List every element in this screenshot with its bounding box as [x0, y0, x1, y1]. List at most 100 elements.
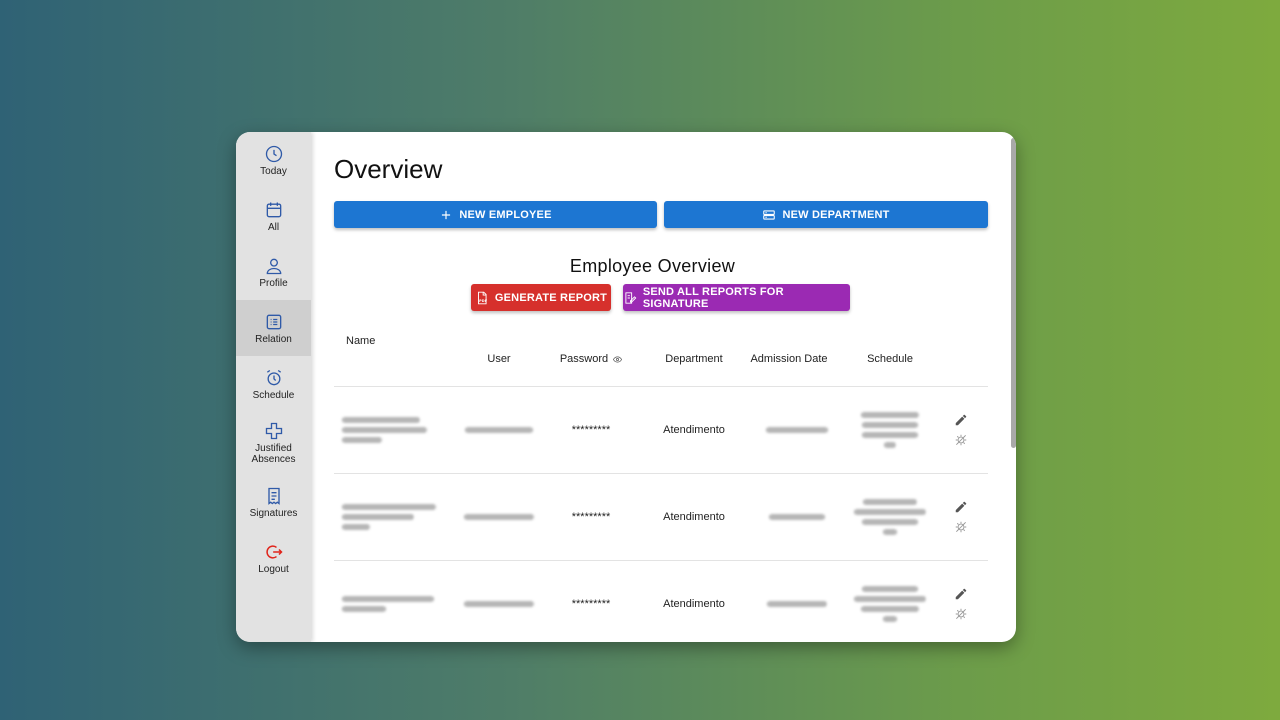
redacted-text — [342, 524, 370, 530]
admission-date-cell — [749, 387, 844, 473]
redacted-text — [884, 442, 896, 448]
password-cell: ********* — [571, 511, 611, 523]
password-cell: ********* — [571, 598, 611, 610]
redacted-text — [465, 427, 533, 433]
disable-user-icon[interactable] — [954, 433, 968, 447]
alarm-icon — [266, 369, 281, 385]
redacted-text — [464, 514, 534, 520]
sidebar-item-signatures[interactable]: Signatures — [236, 474, 311, 530]
redacted-text — [342, 417, 420, 423]
sidebar-item-label: Signatures — [249, 507, 298, 519]
redacted-text — [862, 422, 918, 428]
redacted-text — [765, 427, 828, 433]
sidebar-item-label: Schedule — [252, 389, 295, 401]
main-content: Overview NEW EMPLOYEE NEW DEPARTMENT Emp… — [311, 132, 1016, 642]
table-header: Name User Password Department Admission … — [334, 332, 988, 387]
table-row[interactable]: ********* Atendimento — [334, 561, 988, 642]
calendar-icon — [266, 202, 281, 217]
send-reports-label: SEND ALL REPORTS FOR SIGNATURE — [642, 285, 784, 310]
edit-icon[interactable] — [954, 413, 968, 427]
redacted-text — [883, 529, 897, 535]
redacted-text — [883, 616, 897, 622]
redacted-text — [863, 499, 917, 505]
edit-icon[interactable] — [954, 500, 968, 514]
sidebar-item-profile[interactable]: Profile — [236, 244, 311, 300]
server-icon — [763, 209, 776, 220]
app-window: Today All Profile Relation Schedule Just… — [236, 132, 1016, 642]
receipt-icon — [267, 487, 280, 505]
employee-table: Name User Password Department Admission … — [334, 332, 988, 642]
sidebar-item-justified-absences[interactable]: Justified Absences — [236, 412, 311, 474]
header-password[interactable]: Password — [546, 332, 636, 386]
new-department-button[interactable]: NEW DEPARTMENT — [664, 201, 988, 228]
name-cell — [334, 561, 452, 642]
redacted-text — [766, 601, 827, 607]
redacted-text — [342, 606, 386, 612]
disable-user-icon[interactable] — [954, 607, 968, 621]
new-employee-button[interactable]: NEW EMPLOYEE — [334, 201, 657, 228]
send-reports-button[interactable]: SEND ALL REPORTS FOR SIGNATURE — [623, 284, 850, 311]
sidebar-item-label: Justified Absences — [251, 443, 296, 465]
pdf-icon: PDF — [477, 291, 488, 304]
sidebar-item-label: All — [267, 221, 280, 233]
actions-cell — [946, 387, 976, 473]
scrollbar[interactable] — [1011, 138, 1016, 448]
table-row[interactable]: ********* Atendimento — [334, 387, 988, 474]
svg-text:PDF: PDF — [479, 299, 488, 303]
redacted-text — [342, 504, 436, 510]
new-department-label: NEW DEPARTMENT — [782, 208, 890, 221]
clock-icon — [265, 145, 282, 162]
logout-icon — [265, 544, 283, 559]
header-admission-date[interactable]: Admission Date — [749, 332, 829, 386]
redacted-text — [861, 412, 919, 418]
plus-icon — [265, 422, 282, 440]
header-name[interactable]: Name — [334, 332, 456, 386]
generate-report-button[interactable]: PDF GENERATE REPORT — [471, 284, 611, 311]
name-cell — [334, 474, 452, 560]
redacted-text — [861, 606, 919, 612]
actions-cell — [946, 561, 976, 642]
generate-report-label: GENERATE REPORT — [494, 291, 608, 304]
redacted-text — [862, 519, 918, 525]
table-row[interactable]: ********* Atendimento — [334, 474, 988, 561]
header-user[interactable]: User — [454, 332, 544, 386]
sidebar-item-label: Profile — [259, 277, 288, 289]
sidebar-item-all[interactable]: All — [236, 188, 311, 244]
name-cell — [334, 387, 452, 473]
redacted-text — [342, 427, 427, 433]
page-title: Overview — [334, 154, 443, 184]
list-icon — [266, 314, 281, 329]
admission-date-cell — [749, 474, 844, 560]
new-employee-label: NEW EMPLOYEE — [459, 208, 552, 221]
sidebar-item-label: Today — [260, 165, 287, 177]
sign-document-icon — [625, 291, 637, 304]
header-department[interactable]: Department — [644, 332, 744, 386]
redacted-text — [854, 596, 926, 602]
sidebar: Today All Profile Relation Schedule Just… — [236, 132, 311, 642]
eye-icon[interactable] — [613, 355, 623, 364]
disable-user-icon[interactable] — [954, 520, 968, 534]
plus-icon — [442, 210, 451, 219]
actions-cell — [946, 474, 976, 560]
header-schedule[interactable]: Schedule — [846, 332, 934, 386]
sidebar-item-label: Logout — [258, 563, 289, 575]
redacted-text — [464, 601, 534, 607]
header-password-label: Password — [559, 353, 609, 365]
admission-date-cell — [749, 561, 844, 642]
user-cell — [454, 561, 544, 642]
sidebar-item-today[interactable]: Today — [236, 132, 311, 188]
user-cell — [454, 474, 544, 560]
password-cell: ********* — [571, 424, 611, 436]
edit-icon[interactable] — [954, 587, 968, 601]
user-cell — [454, 387, 544, 473]
sidebar-item-logout[interactable]: Logout — [236, 530, 311, 586]
schedule-cell — [846, 474, 934, 560]
redacted-text — [854, 509, 926, 515]
redacted-text — [862, 586, 918, 592]
redacted-text — [862, 432, 918, 438]
department-cell: Atendimento — [663, 598, 725, 610]
redacted-text — [342, 514, 414, 520]
department-cell: Atendimento — [663, 511, 725, 523]
sidebar-item-schedule[interactable]: Schedule — [236, 356, 311, 412]
sidebar-item-relation[interactable]: Relation — [236, 300, 311, 356]
